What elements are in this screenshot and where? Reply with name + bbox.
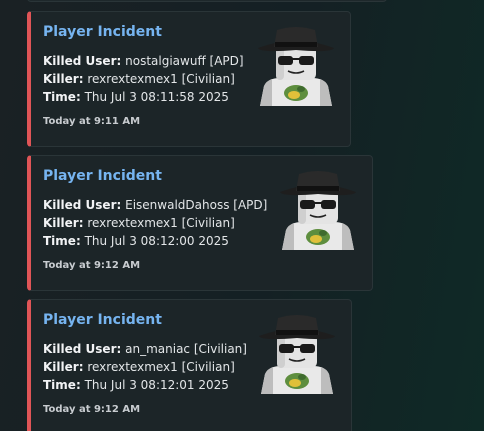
embed-timestamp: Today at 9:12 AM: [43, 404, 141, 415]
incident-embed: Player Incident Killed User: EisenwaldDa…: [27, 155, 373, 291]
embed-timestamp: Today at 9:12 AM: [43, 260, 141, 271]
time-field: Time: Thu Jul 3 08:11:58 2025: [43, 90, 229, 104]
killed-user-label: Killed User:: [43, 54, 122, 68]
roblox-avatar-icon: [280, 171, 356, 250]
time-value: Thu Jul 3 08:12:01 2025: [84, 378, 229, 392]
incident-embed: Player Incident Killed User: an_maniac […: [27, 299, 352, 431]
killer-label: Killer:: [43, 360, 84, 374]
time-label: Time:: [43, 378, 81, 392]
killed-user-label: Killed User:: [43, 198, 122, 212]
killer-field: Killer: rexrextexmex1 [Civilian]: [43, 360, 235, 374]
killed-user-value: EisenwaldDahoss [APD]: [125, 198, 268, 212]
avatar-thumbnail[interactable]: [254, 26, 338, 106]
killed-user-field: Killed User: nostalgiawuff [APD]: [43, 54, 244, 68]
embed-title[interactable]: Player Incident: [43, 312, 162, 328]
killed-user-field: Killed User: an_maniac [Civilian]: [43, 342, 247, 356]
embed-title[interactable]: Player Incident: [43, 168, 162, 184]
killer-label: Killer:: [43, 216, 84, 230]
killer-field: Killer: rexrextexmex1 [Civilian]: [43, 72, 235, 86]
killer-value: rexrextexmex1 [Civilian]: [87, 360, 235, 374]
time-value: Thu Jul 3 08:11:58 2025: [84, 90, 229, 104]
embed-timestamp: Today at 9:11 AM: [43, 116, 141, 127]
killer-value: rexrextexmex1 [Civilian]: [87, 72, 235, 86]
time-field: Time: Thu Jul 3 08:12:01 2025: [43, 378, 229, 392]
killer-label: Killer:: [43, 72, 84, 86]
time-value: Thu Jul 3 08:12:00 2025: [84, 234, 229, 248]
time-label: Time:: [43, 90, 81, 104]
incident-embed: Player Incident Killed User: nostalgiawu…: [27, 11, 351, 147]
embed-title[interactable]: Player Incident: [43, 24, 162, 40]
killer-value: rexrextexmex1 [Civilian]: [87, 216, 235, 230]
killed-user-label: Killed User:: [43, 342, 122, 356]
time-field: Time: Thu Jul 3 08:12:00 2025: [43, 234, 229, 248]
message-feed: Player Incident Killed User: nostalgiawu…: [0, 0, 484, 431]
roblox-avatar-icon: [258, 27, 334, 106]
avatar-thumbnail[interactable]: [255, 314, 339, 394]
killed-user-field: Killed User: EisenwaldDahoss [APD]: [43, 198, 267, 212]
time-label: Time:: [43, 234, 81, 248]
killed-user-value: an_maniac [Civilian]: [125, 342, 247, 356]
roblox-avatar-icon: [259, 315, 335, 394]
killer-field: Killer: rexrextexmex1 [Civilian]: [43, 216, 235, 230]
previous-embed-edge: [27, 0, 387, 2]
avatar-thumbnail[interactable]: [276, 170, 360, 250]
killed-user-value: nostalgiawuff [APD]: [125, 54, 244, 68]
